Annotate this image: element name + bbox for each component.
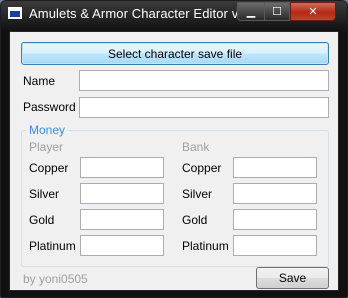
player-platinum-field[interactable] (80, 235, 164, 256)
main-window: Amulets & Armor Character Editor v0.1 ▁ … (0, 0, 348, 298)
name-field[interactable] (79, 70, 329, 91)
bank-copper-label: Copper (182, 161, 222, 175)
bank-silver-label: Silver (182, 187, 213, 201)
player-silver-label: Silver (29, 187, 60, 201)
player-silver-field[interactable] (80, 183, 164, 204)
bank-gold-label: Gold (182, 213, 208, 227)
maximize-icon: ☐ (272, 6, 282, 18)
maximize-button[interactable]: ☐ (264, 2, 290, 21)
bank-heading: Bank (182, 140, 210, 154)
window-client-area: Select character save file Name Password… (9, 31, 339, 291)
bank-silver-field[interactable] (233, 183, 317, 204)
minimize-icon: ▁ (246, 6, 256, 18)
player-gold-field[interactable] (80, 209, 164, 230)
bank-platinum-field[interactable] (233, 235, 317, 256)
bank-copper-field[interactable] (233, 157, 317, 178)
password-field[interactable] (79, 97, 329, 118)
bank-platinum-label: Platinum (182, 239, 229, 253)
title-bar[interactable]: Amulets & Armor Character Editor v0.1 ▁ … (1, 1, 347, 31)
money-group-title: Money (26, 123, 69, 137)
player-platinum-label: Platinum (29, 239, 76, 253)
player-gold-label: Gold (29, 213, 55, 227)
select-save-file-button[interactable]: Select character save file (21, 42, 329, 65)
close-button[interactable]: ✕ (290, 2, 336, 21)
author-credit: by yoni0505 (23, 272, 88, 286)
app-icon[interactable] (8, 7, 22, 19)
close-icon: ✕ (308, 6, 318, 18)
password-label: Password (23, 100, 76, 114)
name-label: Name (23, 74, 56, 88)
player-copper-label: Copper (29, 161, 69, 175)
save-button[interactable]: Save (256, 267, 329, 289)
bank-gold-field[interactable] (233, 209, 317, 230)
player-copper-field[interactable] (80, 157, 164, 178)
window-title: Amulets & Armor Character Editor v0.1 (29, 6, 257, 21)
minimize-button[interactable]: ▁ (237, 2, 265, 21)
player-heading: Player (29, 140, 64, 154)
